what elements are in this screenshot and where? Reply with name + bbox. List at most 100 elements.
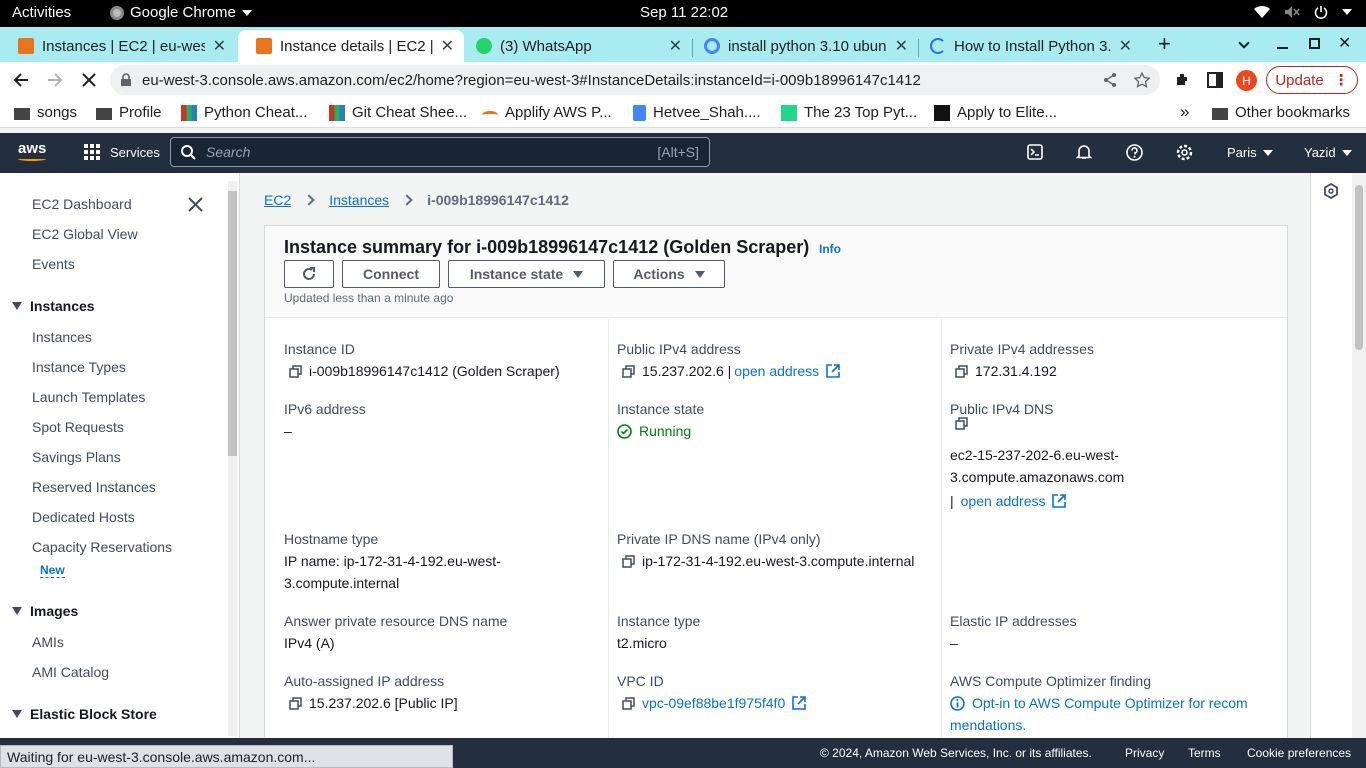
region-selector[interactable]: Paris	[1227, 145, 1273, 160]
clock[interactable]: Sep 11 22:02	[640, 4, 728, 21]
actions-dropdown[interactable]: Actions	[613, 260, 725, 288]
address-bar[interactable]: eu-west-3.console.aws.amazon.com/ec2/hom…	[110, 65, 1160, 95]
side-panel-icon[interactable]	[1207, 72, 1223, 88]
open-address-link[interactable]: open address	[734, 363, 819, 379]
sidebar-item-reserved-instances[interactable]: Reserved Instances	[32, 479, 156, 495]
sidebar-item-instances[interactable]: Instances	[32, 329, 92, 345]
refresh-button[interactable]	[284, 260, 334, 288]
tab-google-search[interactable]: install python 3.10 ubun ✕	[694, 30, 918, 62]
cloudshell-icon[interactable]	[1027, 144, 1043, 160]
extensions-icon[interactable]	[1174, 72, 1190, 88]
restore-icon[interactable]	[1309, 38, 1320, 49]
settings-gear-icon[interactable]	[1176, 144, 1193, 161]
close-window-icon[interactable]: ✕	[1338, 33, 1351, 53]
system-tray[interactable]	[1254, 5, 1352, 19]
bookmark-profile[interactable]: Profile	[96, 104, 162, 121]
copy-icon[interactable]	[622, 696, 635, 710]
breadcrumb-ec2[interactable]: EC2	[264, 192, 291, 208]
bookmark-apply-elite[interactable]: Apply to Elite...	[934, 104, 1057, 121]
sidebar-section-instances[interactable]: Instances	[12, 298, 95, 314]
optimizer-link[interactable]: Opt-in to AWS Compute Optimizer for reco…	[972, 695, 1248, 711]
bookmark-label: Other bookmarks	[1235, 104, 1351, 121]
back-arrow-icon[interactable]	[12, 71, 30, 89]
help-icon[interactable]	[1126, 144, 1143, 161]
copy-icon[interactable]	[289, 364, 302, 378]
sidebar-section-elastic-block-store[interactable]: Elastic Block Store	[12, 706, 157, 722]
breadcrumb-instances[interactable]: Instances	[329, 192, 389, 208]
sidebar-section-images[interactable]: Images	[12, 603, 78, 619]
tab-whatsapp[interactable]: (3) WhatsApp ✕	[466, 30, 692, 62]
sidebar-item-amis[interactable]: AMIs	[32, 634, 64, 650]
volume-icon	[1285, 6, 1300, 18]
update-button[interactable]: Update ⋮	[1266, 66, 1358, 94]
aws-search-input[interactable]: Search [Alt+S]	[170, 137, 710, 167]
tab-python-install[interactable]: How to Install Python 3. ✕	[920, 30, 1142, 62]
more-bookmarks-icon[interactable]: »	[1180, 102, 1189, 122]
activities-button[interactable]: Activities	[12, 4, 71, 21]
close-icon[interactable]: ✕	[441, 36, 454, 56]
page-scrollbar-thumb[interactable]	[1355, 185, 1363, 350]
copy-icon[interactable]	[955, 417, 968, 430]
bookmark-python-cheat[interactable]: Python Cheat...	[181, 104, 307, 121]
connect-button[interactable]: Connect	[342, 260, 440, 288]
sidebar-item-dedicated-hosts[interactable]: Dedicated Hosts	[32, 509, 135, 525]
minimize-icon[interactable]	[1277, 47, 1288, 49]
new-tab-button[interactable]: +	[1158, 31, 1171, 57]
bookmark-applify[interactable]: Applify AWS P...	[482, 104, 612, 121]
vpc-id-link[interactable]: vpc-09ef88be1f975f4f0	[642, 695, 785, 711]
breadcrumb: EC2 Instances i-009b18996147c1412	[264, 192, 569, 208]
optimizer-link-line-2[interactable]: mendations.	[950, 717, 1026, 733]
sidebar-item-savings-plans[interactable]: Savings Plans	[32, 449, 121, 465]
notifications-bell-icon[interactable]	[1076, 144, 1092, 160]
app-menu[interactable]: Google Chrome	[110, 4, 252, 21]
sidebar-item-events[interactable]: Events	[32, 256, 75, 272]
tab-search-icon[interactable]	[1238, 37, 1250, 49]
open-address-link[interactable]: open address	[961, 493, 1046, 509]
bookmark-hetvee[interactable]: Hetvee_Shah....	[633, 104, 761, 121]
external-link-icon[interactable]	[826, 364, 840, 378]
sidebar-item-spot-requests[interactable]: Spot Requests	[32, 419, 124, 435]
sidebar-item-capacity-reservations[interactable]: Capacity Reservations	[32, 539, 172, 555]
sidebar-item-launch-templates[interactable]: Launch Templates	[32, 389, 145, 405]
site-info-icon[interactable]	[120, 73, 132, 87]
sidebar-item-instance-types[interactable]: Instance Types	[32, 359, 126, 375]
close-icon[interactable]: ✕	[213, 36, 226, 56]
forward-arrow-icon[interactable]	[46, 71, 64, 89]
terms-link[interactable]: Terms	[1188, 746, 1221, 760]
close-sidebar-icon[interactable]	[188, 197, 203, 212]
cookie-preferences-link[interactable]: Cookie preferences	[1247, 746, 1351, 760]
hexagon-icon[interactable]	[1323, 183, 1339, 199]
profile-avatar[interactable]: H	[1236, 70, 1257, 91]
other-bookmarks[interactable]: Other bookmarks	[1212, 104, 1350, 121]
tab-instance-details[interactable]: Instance details | EC2 | eu ✕	[238, 30, 464, 62]
close-icon[interactable]: ✕	[895, 36, 908, 56]
bookmark-star-icon[interactable]	[1134, 72, 1150, 88]
external-link-icon[interactable]	[1052, 494, 1067, 508]
copy-icon[interactable]	[622, 364, 635, 378]
stop-loading-icon[interactable]	[80, 71, 98, 89]
copy-icon[interactable]	[955, 364, 968, 378]
aws-logo[interactable]: aws	[18, 140, 50, 161]
bookmark-songs[interactable]: songs	[14, 104, 77, 121]
private-dns-text: ip-172-31-4-192.eu-west-3.compute.intern…	[642, 553, 915, 569]
page-scrollbar[interactable]	[1352, 173, 1366, 738]
services-menu[interactable]: Services	[84, 144, 160, 160]
account-menu[interactable]: Yazid	[1304, 145, 1352, 160]
external-link-icon[interactable]	[792, 696, 807, 710]
privacy-link[interactable]: Privacy	[1125, 746, 1164, 760]
close-icon[interactable]: ✕	[669, 36, 682, 56]
copy-icon[interactable]	[622, 554, 635, 568]
sidebar-scrollbar[interactable]	[228, 181, 237, 736]
tab-instances[interactable]: Instances | EC2 | eu-west ✕	[0, 30, 236, 62]
sidebar-scrollbar-thumb[interactable]	[228, 191, 237, 456]
sidebar-item-ec2-global-view[interactable]: EC2 Global View	[32, 226, 138, 242]
bookmark-top-python[interactable]: The 23 Top Pyt...	[781, 104, 917, 121]
sidebar-item-ami-catalog[interactable]: AMI Catalog	[32, 664, 109, 680]
copy-icon[interactable]	[289, 696, 302, 710]
share-icon[interactable]	[1102, 72, 1118, 88]
instance-state-dropdown[interactable]: Instance state	[448, 260, 605, 288]
info-link[interactable]: Info	[819, 242, 841, 256]
close-icon[interactable]: ✕	[1119, 36, 1132, 56]
sidebar-item-ec2-dashboard[interactable]: EC2 Dashboard	[32, 196, 132, 212]
bookmark-git-cheat[interactable]: Git Cheat Shee...	[329, 104, 467, 121]
